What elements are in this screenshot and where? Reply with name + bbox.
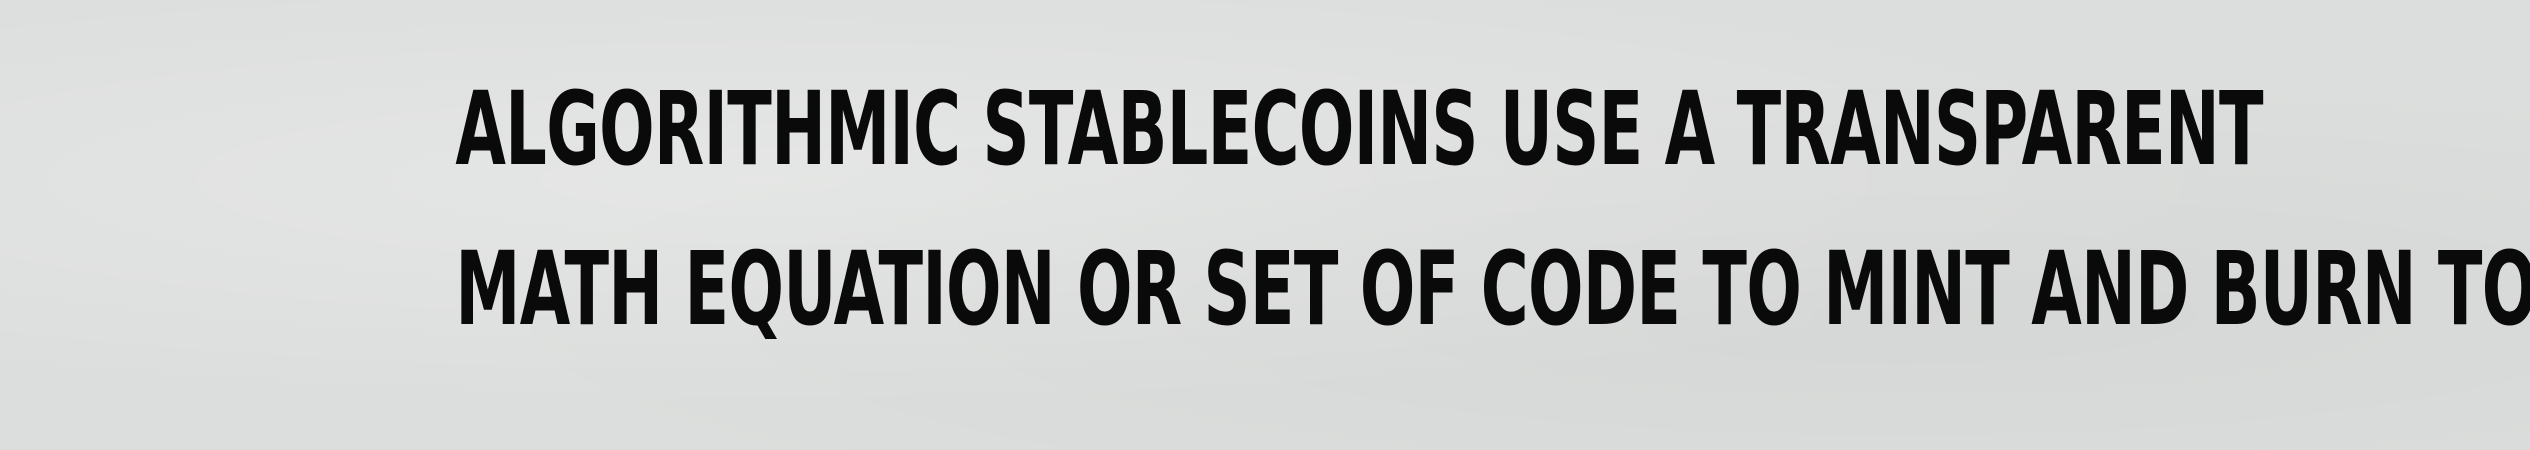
caption-line-1: ALGORITHMIC STABLECOINS USE A TRANSPAREN…: [455, 70, 2263, 189]
slide-canvas: ALGORITHMIC STABLECOINS USE A TRANSPAREN…: [0, 0, 2530, 450]
caption-line-2: MATH EQUATION OR SET OF CODE TO MINT AND…: [455, 230, 2530, 349]
caption-text: ALGORITHMIC STABLECOINS USE A TRANSPAREN…: [0, 50, 2530, 370]
